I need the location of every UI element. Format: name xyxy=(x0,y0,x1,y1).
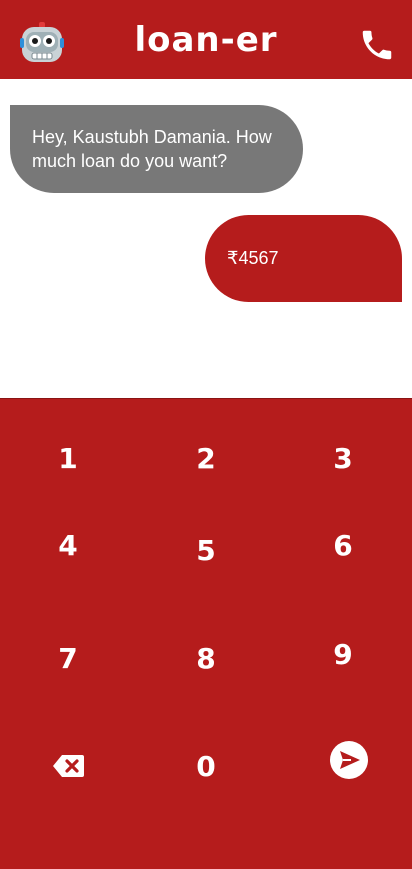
backspace-icon[interactable] xyxy=(53,755,84,777)
key-1[interactable]: 1 xyxy=(28,434,108,484)
chat-area: Hey, Kaustubh Damania. How much loan do … xyxy=(0,79,412,398)
phone-icon[interactable] xyxy=(357,26,397,64)
app-header: loan-er xyxy=(0,0,412,79)
key-5[interactable]: 5 xyxy=(166,526,246,576)
key-7[interactable]: 7 xyxy=(28,634,108,684)
send-icon[interactable] xyxy=(330,741,368,779)
user-message-bubble: ₹4567 xyxy=(205,215,402,302)
app-title: loan-er xyxy=(134,20,278,60)
bot-message-bubble: Hey, Kaustubh Damania. How much loan do … xyxy=(10,105,303,193)
key-2[interactable]: 2 xyxy=(166,434,246,484)
key-0[interactable]: 0 xyxy=(166,742,246,792)
key-4[interactable]: 4 xyxy=(28,521,108,571)
key-3[interactable]: 3 xyxy=(303,434,383,484)
key-8[interactable]: 8 xyxy=(166,634,246,684)
key-9[interactable]: 9 xyxy=(303,630,383,680)
key-6[interactable]: 6 xyxy=(303,521,383,571)
numeric-keypad: 1 2 3 4 5 6 7 8 9 0 xyxy=(0,398,412,869)
